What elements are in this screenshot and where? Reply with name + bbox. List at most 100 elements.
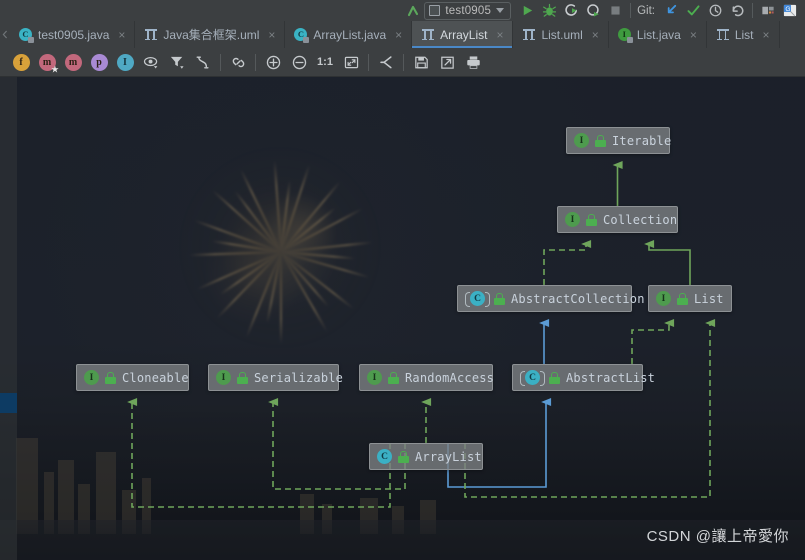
uml-node-label: RandomAccess — [405, 370, 495, 385]
git-commit-button[interactable] — [682, 1, 704, 20]
tab-label: ArrayList — [440, 27, 488, 42]
uml-node-arraylist[interactable]: C ArrayList — [369, 443, 483, 470]
tab-list-uml[interactable]: List.uml × — [513, 21, 609, 48]
close-icon[interactable]: × — [116, 29, 127, 41]
show-constructors-toggle[interactable]: m ★ — [34, 51, 60, 74]
uml-node-abstractcollection[interactable]: C AbstractCollection — [457, 285, 644, 312]
run-with-coverage-button[interactable] — [560, 1, 582, 20]
export-arrow-icon — [440, 56, 454, 69]
constructor-icon: m ★ — [38, 53, 59, 74]
uml-node-list[interactable]: I List — [648, 285, 732, 312]
toolbar-separator-2 — [255, 53, 256, 71]
fit-screen-icon — [344, 56, 358, 68]
git-rollback-button[interactable] — [726, 1, 748, 20]
diagram-edges — [127, 160, 716, 508]
zoom-in-icon — [266, 55, 280, 69]
tab-label: List.java — [636, 27, 681, 42]
show-fields-toggle[interactable]: f — [8, 51, 34, 73]
lock-open-icon — [595, 134, 606, 147]
star-badge-icon: ★ — [51, 64, 59, 74]
tab-arraylist-java[interactable]: C ArrayList.java × — [285, 21, 413, 48]
navigation-group — [402, 0, 424, 21]
inner-class-icon: I — [116, 53, 134, 71]
zoom-out-button[interactable] — [286, 51, 312, 73]
close-icon[interactable]: × — [688, 29, 699, 41]
zoom-in-button[interactable] — [260, 51, 286, 73]
tab-list-java[interactable]: I List.java × — [608, 21, 707, 48]
close-icon[interactable]: × — [761, 29, 772, 41]
lock-open-icon — [586, 213, 597, 226]
fit-content-button[interactable] — [338, 51, 364, 73]
interface-icon: I — [84, 370, 99, 385]
uml-diagram-canvas[interactable]: I Iterable I Collection C AbstractCollec… — [0, 77, 805, 560]
lock-open-icon — [549, 371, 560, 384]
ide-window: test0905 Git: G C test0905.java × Java集合… — [0, 0, 805, 560]
diagram-toolbar: f m ★ m p I 1:1 — [0, 48, 805, 77]
close-icon[interactable]: × — [266, 29, 277, 41]
uml-node-iterable[interactable]: I Iterable — [566, 127, 671, 154]
tab-arraylist-diagram[interactable]: ArrayList × — [412, 21, 514, 48]
svg-text:G: G — [785, 6, 790, 13]
uml-node-randomaccess[interactable]: I RandomAccess — [359, 364, 495, 391]
tab-scroll-left[interactable] — [0, 21, 10, 48]
chevron-down-icon[interactable] — [496, 8, 505, 13]
close-icon[interactable]: × — [494, 29, 505, 41]
method-icon: m — [64, 53, 82, 71]
funnel-icon — [170, 56, 184, 69]
uml-node-abstractlist[interactable]: C AbstractList — [512, 364, 655, 391]
interface-icon: I — [565, 212, 580, 227]
uml-node-label: Serializable — [254, 370, 344, 385]
close-icon[interactable]: × — [393, 29, 404, 41]
java-interface-icon: I — [617, 27, 633, 43]
lock-open-icon — [237, 371, 248, 384]
export-button[interactable] — [434, 51, 460, 73]
show-properties-toggle[interactable]: p — [86, 51, 112, 73]
lock-open-icon — [494, 292, 505, 305]
uml-node-cloneable[interactable]: I Cloneable — [76, 364, 189, 391]
abstract-class-icon: C — [520, 370, 545, 386]
show-inner-classes-toggle[interactable]: I — [112, 51, 138, 73]
filter-button[interactable] — [164, 51, 190, 73]
show-methods-toggle[interactable]: m — [60, 51, 86, 73]
google-translate-icon[interactable]: G — [779, 1, 801, 20]
run-configuration-label: test0905 — [445, 4, 492, 17]
uml-node-label: AbstractCollection — [511, 291, 645, 306]
printer-icon — [466, 55, 480, 69]
save-button[interactable] — [408, 51, 434, 73]
show-dependencies-button[interactable] — [225, 51, 251, 73]
zoom-out-icon — [292, 55, 306, 69]
run-configuration-selector[interactable]: test0905 — [424, 1, 512, 20]
uml-diagram-icon — [716, 28, 730, 41]
uml-node-label: Collection — [603, 212, 678, 227]
tab-label: List — [734, 27, 754, 42]
git-update-button[interactable] — [660, 1, 682, 20]
tab-java-collection-framework-uml[interactable]: Java集合框架.uml × — [135, 21, 286, 48]
visibility-level-button[interactable] — [138, 51, 164, 73]
git-history-button[interactable] — [704, 1, 726, 20]
interface-icon: I — [216, 370, 231, 385]
edge-style-button[interactable] — [190, 51, 216, 73]
class-icon: C — [377, 449, 392, 464]
tab-test0905-java[interactable]: C test0905.java × — [10, 21, 136, 48]
edge-curve-icon — [196, 56, 209, 68]
debug-button[interactable] — [538, 1, 560, 20]
tab-label: ArrayList.java — [313, 27, 387, 42]
uml-node-collection[interactable]: I Collection — [557, 206, 678, 233]
layout-icon[interactable] — [757, 1, 779, 20]
layout-button[interactable] — [373, 51, 399, 73]
close-icon[interactable]: × — [590, 29, 601, 41]
lock-open-icon — [677, 292, 688, 305]
uml-node-label: List — [694, 291, 724, 306]
tab-list-diagram[interactable]: List × — [706, 21, 780, 48]
actual-size-button[interactable]: 1:1 — [312, 51, 338, 73]
link-icon — [232, 57, 244, 67]
uml-node-serializable[interactable]: I Serializable — [208, 364, 343, 391]
java-class-icon: C — [294, 27, 310, 43]
one-to-one-icon: 1:1 — [317, 56, 333, 68]
tab-label: List.uml — [541, 27, 583, 42]
module-icon — [429, 5, 441, 16]
print-button[interactable] — [460, 51, 486, 73]
run-button[interactable] — [516, 1, 538, 20]
navigate-back-icon[interactable] — [402, 1, 424, 20]
profile-button[interactable] — [582, 1, 604, 20]
